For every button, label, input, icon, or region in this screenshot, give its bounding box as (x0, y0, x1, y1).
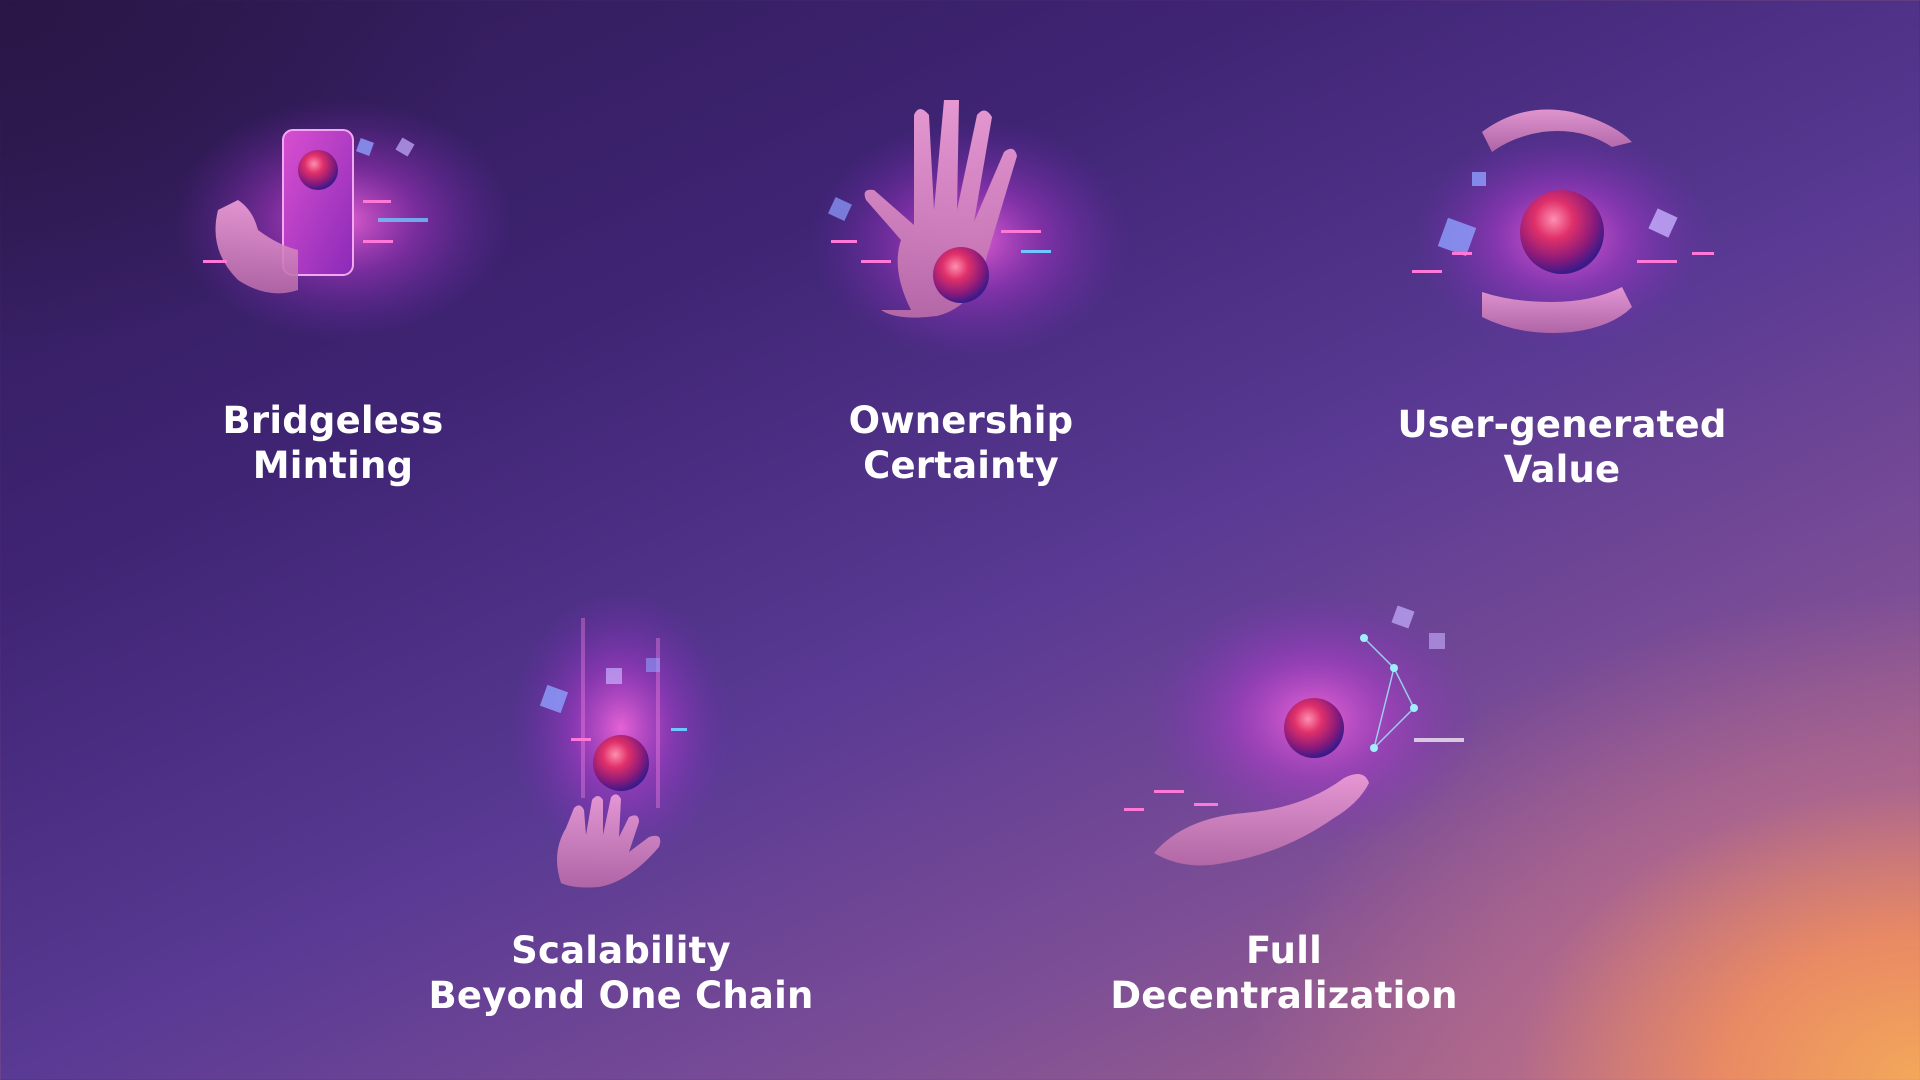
cupped-hands-orb-icon (1372, 102, 1752, 402)
feature-title: User-generated Value (1397, 403, 1727, 491)
feature-title: Bridgeless Minting (222, 399, 444, 487)
phone-hand-orb-icon (143, 100, 523, 400)
feature-title: Scalability Beyond One Chain (428, 929, 814, 1017)
feature-scalability: Scalability Beyond One Chain (381, 588, 861, 1080)
feature-title: Full Decentralization (1110, 929, 1458, 1017)
feature-full-decentralization: Full Decentralization (1044, 588, 1524, 1080)
feature-title: Ownership Certainty (848, 399, 1074, 487)
palm-orb-icon (771, 94, 1151, 400)
rising-orb-hand-icon (431, 588, 811, 898)
feature-bridgeless-minting: Bridgeless Minting (93, 100, 573, 620)
feature-user-generated-value: User-generated Value (1322, 102, 1802, 622)
open-hand-orb-network-icon (1094, 588, 1484, 898)
feature-ownership-certainty: Ownership Certainty (721, 94, 1201, 620)
